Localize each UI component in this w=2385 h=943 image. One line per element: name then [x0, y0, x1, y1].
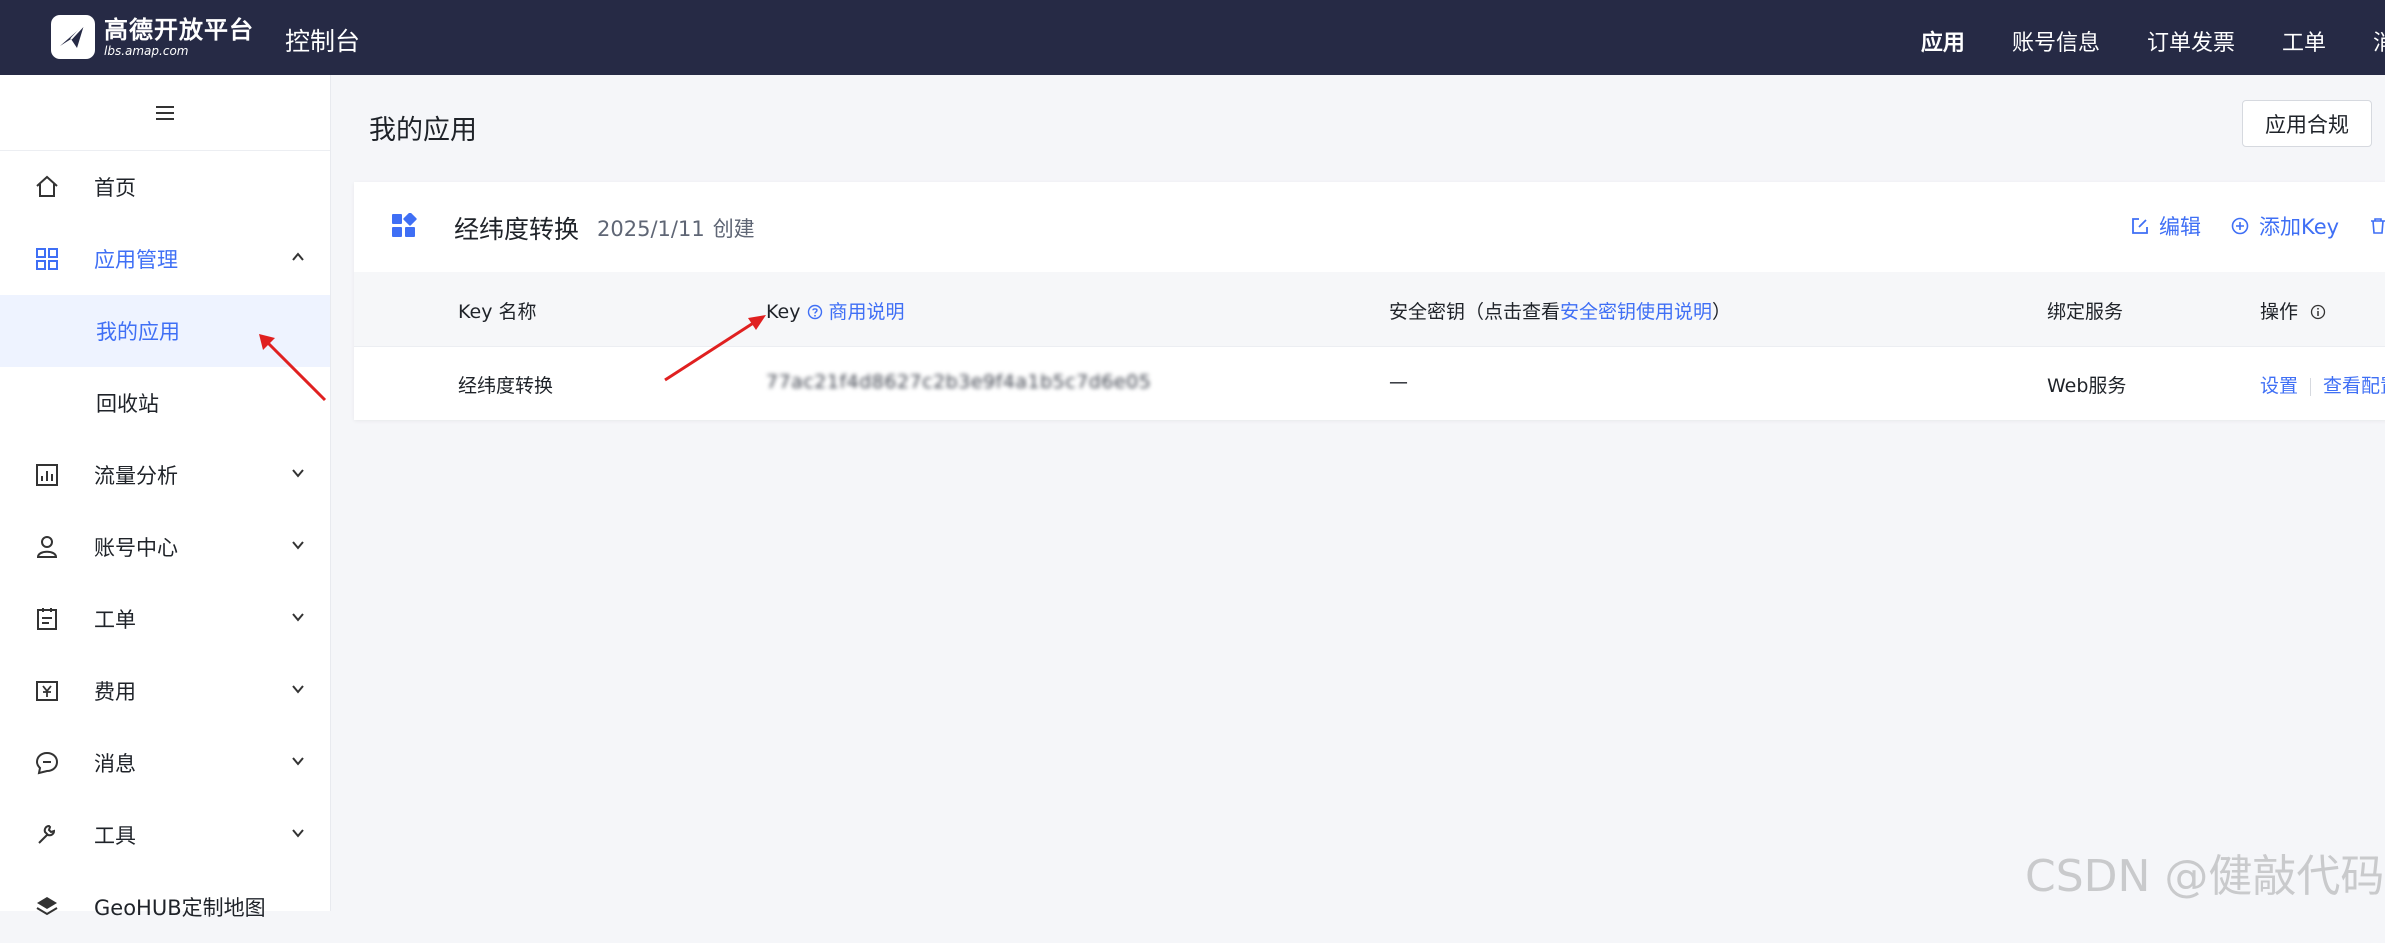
top-nav: 应用 账号信息 订单发票 工单 消: [1921, 25, 2385, 57]
wrench-icon: [38, 824, 56, 844]
delete-app-button[interactable]: [2369, 211, 2385, 241]
cell-key-name: 经纬度转换: [458, 375, 554, 397]
sidebar-item-label: 回收站: [96, 392, 159, 416]
user-icon: [36, 536, 58, 558]
created-date: 2025/1/11: [597, 217, 705, 241]
sidebar-item-account-center[interactable]: 账号中心: [0, 511, 330, 583]
sidebar-item-recycle-bin[interactable]: 回收站: [0, 367, 330, 439]
app-name: 经纬度转换: [454, 215, 580, 244]
col-bound-service: 绑定服务: [2047, 301, 2124, 323]
sidebar: 首页 应用管理 我的应用 回收站 流量分析 账号中心 工单 费用 消息 工具 G…: [0, 75, 331, 920]
amap-logo-icon: [51, 15, 95, 59]
col-secret-suffix: ）: [1712, 301, 1732, 323]
sidebar-item-messages[interactable]: 消息: [0, 727, 330, 799]
sidebar-item-label: 首页: [94, 176, 136, 200]
sidebar-item-tools[interactable]: 工具: [0, 799, 330, 871]
cell-operations: 设置 查看配置: [2260, 371, 2385, 398]
secret-usage-link[interactable]: 安全密钥使用说明: [1560, 301, 1712, 323]
sidebar-item-label: 流量分析: [94, 464, 178, 488]
nav-messages[interactable]: 消: [2373, 25, 2385, 57]
commercial-info-link[interactable]: 商用说明: [807, 301, 905, 323]
amap-logo[interactable]: 高德开放平台 lbs.amap.com: [50, 12, 254, 62]
col-key-name: Key 名称: [458, 301, 537, 323]
sidebar-item-label: 消息: [94, 752, 136, 776]
sidebar-item-my-apps[interactable]: 我的应用: [0, 295, 330, 367]
edit-icon: [2132, 218, 2148, 234]
sidebar-item-label: 账号中心: [94, 536, 178, 560]
separator: [2310, 377, 2312, 396]
sidebar-item-app-management[interactable]: 应用管理: [0, 223, 330, 295]
nav-orders-invoices[interactable]: 订单发票: [2147, 25, 2235, 57]
nav-apps[interactable]: 应用: [1921, 25, 1965, 57]
sidebar-item-label: 工具: [94, 824, 136, 848]
chevron-down-icon: [292, 541, 304, 550]
chevron-up-icon: [292, 252, 304, 261]
col-key-label: Key: [766, 301, 801, 323]
chevron-down-icon: [292, 469, 304, 478]
sidebar-item-label: 应用管理: [94, 248, 178, 272]
clipboard-icon: [37, 608, 57, 630]
csdn-watermark: CSDN @健敲代码: [2025, 851, 2385, 902]
col-secret-label: 安全密钥（点击查看: [1389, 301, 1561, 323]
trash-icon: [2371, 218, 2385, 234]
sidebar-item-home[interactable]: 首页: [0, 151, 330, 223]
nav-account-info[interactable]: 账号信息: [2012, 25, 2100, 57]
menu-toggle-button[interactable]: [0, 75, 330, 151]
chart-icon: [36, 464, 58, 486]
edit-app-button[interactable]: 编辑: [2131, 211, 2201, 241]
sidebar-item-label: 费用: [94, 680, 136, 704]
app-actions: 编辑 添加Key: [2131, 211, 2385, 241]
home-icon: [36, 175, 58, 197]
info-icon[interactable]: [2310, 304, 2326, 320]
app-grid-icon: [392, 213, 417, 237]
yen-icon: [36, 681, 58, 701]
app-card: 经纬度转换 2025/1/11 创建 编辑 添加Key Key 名称 Key 商…: [354, 182, 2385, 420]
sidebar-item-label: 我的应用: [96, 320, 180, 344]
layers-icon: [36, 897, 58, 916]
sidebar-item-billing[interactable]: 费用: [0, 655, 330, 727]
col-key: Key 商用说明: [766, 297, 905, 324]
settings-link[interactable]: 设置: [2260, 375, 2298, 397]
hamburger-icon: [156, 105, 174, 120]
grid-icon: [36, 248, 58, 270]
message-icon: [35, 751, 59, 775]
add-key-label: 添加Key: [2259, 215, 2340, 239]
table-row: 经纬度转换 77ac21f4d8627c2b3e9f4a1b5c7d6e05 —…: [354, 346, 2385, 420]
chevron-down-icon: [292, 757, 304, 766]
created-suffix: 创建: [712, 217, 755, 241]
console-title[interactable]: 控制台: [285, 22, 360, 58]
logo-name: 高德开放平台: [104, 15, 254, 44]
help-circle-icon: [807, 304, 822, 320]
app-created-date: 2025/1/11 创建: [597, 213, 763, 243]
logo-domain: lbs.amap.com: [104, 43, 189, 58]
plus-circle-icon: [2231, 217, 2249, 235]
sidebar-item-label: 工单: [94, 608, 136, 632]
view-config-link[interactable]: 查看配置: [2323, 375, 2385, 397]
chevron-down-icon: [292, 829, 304, 838]
cell-bound-service: Web服务: [2047, 375, 2127, 397]
cell-key-value[interactable]: 77ac21f4d8627c2b3e9f4a1b5c7d6e05: [766, 371, 1151, 393]
sidebar-item-geohub[interactable]: GeoHUB定制地图: [0, 871, 330, 943]
chevron-down-icon: [292, 613, 304, 622]
sidebar-item-traffic-analysis[interactable]: 流量分析: [0, 439, 330, 511]
chevron-down-icon: [292, 685, 304, 694]
keys-table-header: Key 名称 Key 商用说明 安全密钥（点击查看安全密钥使用说明） 绑定服务 …: [354, 272, 2385, 347]
commercial-info-label: 商用说明: [828, 301, 905, 323]
edit-label: 编辑: [2159, 215, 2201, 239]
sidebar-item-tickets[interactable]: 工单: [0, 583, 330, 655]
sidebar-item-label: GeoHUB定制地图: [94, 896, 266, 920]
page-title: 我的应用: [369, 115, 477, 146]
top-navigation-bar: 高德开放平台 lbs.amap.com 控制台 应用 账号信息 订单发票 工单 …: [0, 0, 2385, 75]
col-operations: 操作: [2260, 297, 2326, 324]
col-secret: 安全密钥（点击查看安全密钥使用说明）: [1389, 297, 1731, 324]
app-compliance-button[interactable]: 应用合规: [2242, 100, 2372, 147]
add-key-button[interactable]: 添加Key: [2231, 211, 2339, 241]
cell-secret: —: [1389, 371, 1408, 393]
col-operations-label: 操作: [2260, 301, 2299, 323]
nav-tickets[interactable]: 工单: [2282, 25, 2326, 57]
